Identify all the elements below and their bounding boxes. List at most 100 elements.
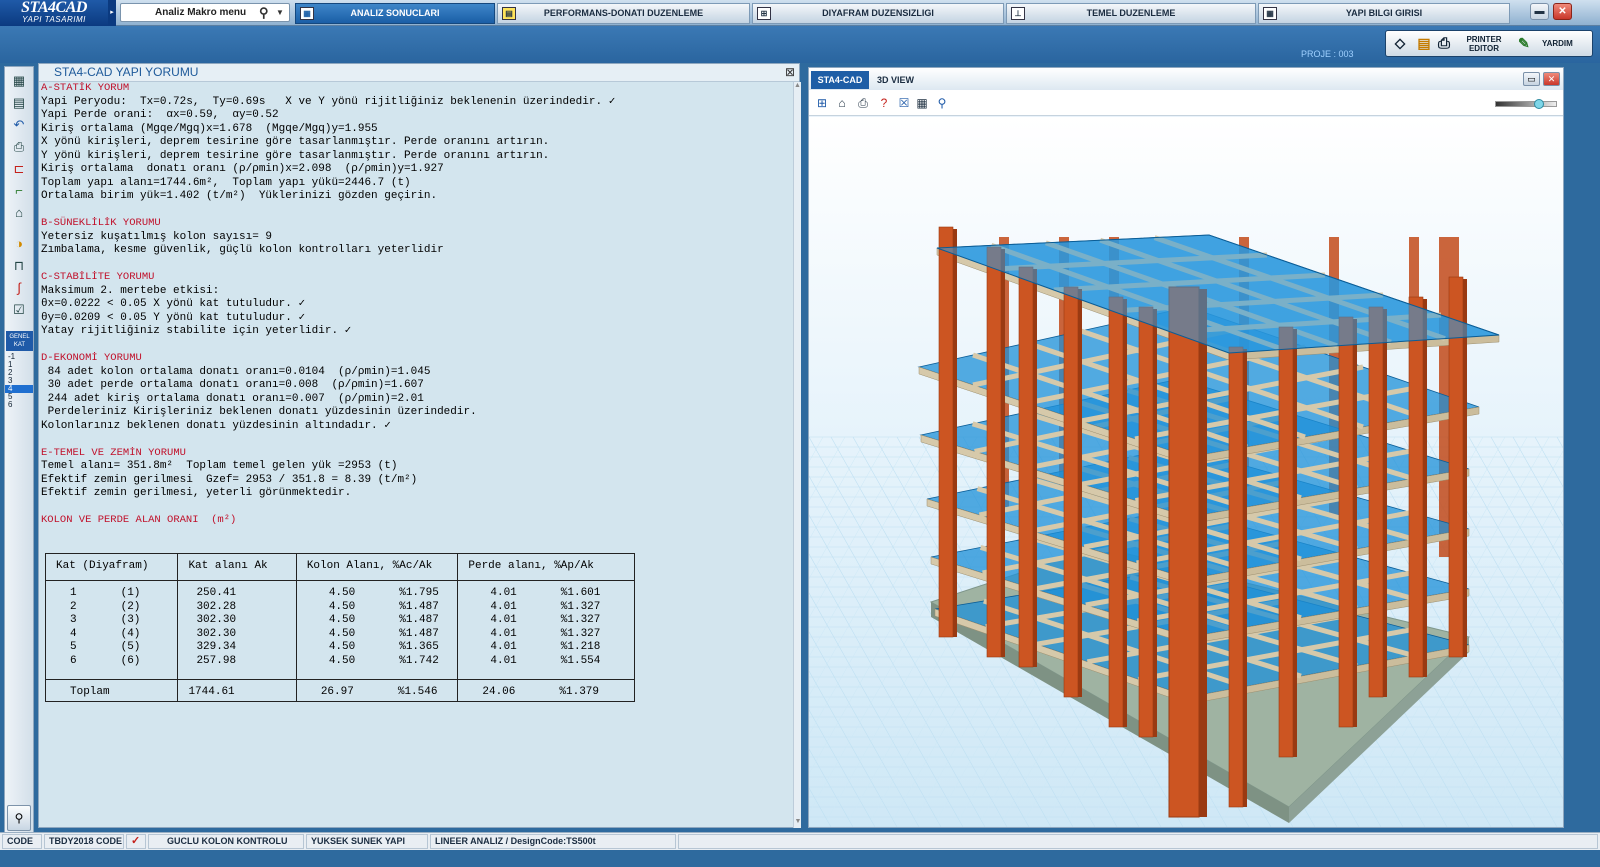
column xyxy=(1338,316,1354,728)
macro-menu-label: Analiz Makro menu xyxy=(155,7,247,18)
status-empty xyxy=(678,834,1598,849)
kolon-perde-table: Kat (Diyafram) Kat alanı Ak Kolon Alanı, %… xyxy=(44,553,635,702)
checkbox-icon[interactable]: ☑ xyxy=(8,300,30,320)
column-side xyxy=(1423,299,1427,677)
tab-analiz-sonuclari[interactable]: ▦ ANALIZ SONUCLARI xyxy=(295,3,495,24)
left-toolbar: ▦ ▤ ↶ ⎙ ⊏ ⌐ ⌂ ◑ ⊓ ∫ ☑ GENEL KAT -1 1 2 3… xyxy=(4,66,34,850)
zoom-icon[interactable]: ⚲ xyxy=(933,94,951,112)
help-query-icon[interactable]: ? xyxy=(875,94,893,112)
print-icon[interactable]: ⎙ xyxy=(8,137,30,157)
top-menu-bar: STA4CAD YAPI TASARIMI ▸ Analiz Makro men… xyxy=(0,0,1600,26)
logo-arrow-icon[interactable]: ▸ xyxy=(108,0,116,26)
table-cell: %1.487 xyxy=(399,614,439,626)
column-side xyxy=(1033,269,1037,667)
column-side xyxy=(1078,289,1082,697)
report-title: STA4-CAD YAPI YORUMU xyxy=(39,64,799,82)
table-cell: 4.50 xyxy=(328,614,356,626)
column-design-icon[interactable]: ⊏ xyxy=(8,159,30,179)
report-icon[interactable]: ▤ xyxy=(8,93,30,113)
all-button[interactable]: ⚲ xyxy=(7,805,31,831)
building-3d-model[interactable] xyxy=(809,117,1563,827)
table-header-cell: Kolon Alanı, %Ac/Ak xyxy=(295,553,459,581)
grid-icon[interactable]: ▦ xyxy=(913,94,931,112)
chevron-down-icon[interactable]: ▼ xyxy=(276,5,284,21)
table-row: 329.34 xyxy=(178,641,295,655)
table-cell: 4 xyxy=(70,627,77,640)
zoom-slider[interactable] xyxy=(1495,99,1557,109)
close-button[interactable]: ✕ xyxy=(1553,3,1572,20)
yardim-button[interactable]: ✎ YARDIM xyxy=(1518,33,1592,54)
table-header-cell: Kat alanı Ak xyxy=(177,553,297,581)
report-heading: B-SÜNEKLİLİK YORUMU xyxy=(41,217,161,229)
tab-performans-donati[interactable]: ▤ PERFORMANS-DONATI DUZENLEME xyxy=(497,3,750,24)
status-yuksek-sunek: YUKSEK SUNEK YAPI xyxy=(306,834,428,849)
kat-item[interactable]: 6 xyxy=(5,401,33,409)
report-line: θy=0.0209 < 0.05 Y yönü kat tutuludur. ✓ xyxy=(41,311,306,324)
table-icon: ▤ xyxy=(502,7,516,20)
printer-editor-label: PRINTER EDITOR xyxy=(1466,35,1502,53)
table-cell: 5 xyxy=(70,641,77,653)
print-icon[interactable]: ⎙ xyxy=(854,94,872,112)
tab-yapi-bilgi-girisi[interactable]: ▦ YAPI BILGI GIRISI xyxy=(1258,3,1510,24)
zoom-slider-knob[interactable] xyxy=(1534,99,1544,109)
tab-sta4cad[interactable]: STA4-CAD xyxy=(811,71,869,89)
table-header-cell: Perde alanı, %Ap/Ak xyxy=(457,553,635,581)
printer-editor-button[interactable]: ⎙ PRINTER EDITOR xyxy=(1438,33,1518,54)
bottom-band xyxy=(0,850,1600,867)
table-row: 4 (4) xyxy=(46,628,177,642)
curve-icon[interactable]: ∫ xyxy=(8,278,30,298)
printer-editor-icon: ⎙ xyxy=(1438,35,1451,52)
report-line: Yetersiz kuşatılmış kolon sayısı= 9 xyxy=(41,230,273,243)
table-row: 2 (2) xyxy=(46,601,177,615)
frame-icon[interactable]: ⊓ xyxy=(8,256,30,276)
table-row: 4.50 %1.365 xyxy=(297,641,458,655)
report-scrollbar[interactable]: ▲ ▼ xyxy=(793,82,801,828)
table-cell: (1) xyxy=(120,587,141,599)
axis-icon[interactable]: ⊞ xyxy=(813,94,831,112)
graph-icon[interactable]: ⌐ xyxy=(8,181,30,201)
report-panel: STA4-CAD YAPI YORUMU ⊠ A-STATİK YORUM Yap… xyxy=(38,63,801,828)
tab-diyafram-duzensizligi[interactable]: ⊞ DIYAFRAM DUZENSIZLIGI xyxy=(752,3,1004,24)
table-cell: (2) xyxy=(120,600,141,613)
view-close-button[interactable]: ✕ xyxy=(1543,72,1560,86)
table-cell: %1.487 xyxy=(399,627,439,640)
model-3d-icon[interactable]: ▦ xyxy=(8,71,30,91)
tab-label: ANALIZ SONUCLARI xyxy=(350,8,440,18)
tab-3d-view[interactable]: 3D VIEW xyxy=(877,71,937,89)
table-column: 1 (1) 2 (2) 3 (3) 4 (4) 5 (5) 6 (6) xyxy=(44,580,179,680)
restore-button[interactable]: ▭ xyxy=(1523,72,1540,86)
scroll-down-icon[interactable]: ▼ xyxy=(794,818,802,826)
clipboard-button[interactable]: ▤ xyxy=(1414,33,1434,54)
home-icon[interactable]: ⌂ xyxy=(833,94,851,112)
report-line: Kolonlarınız beklenen donatı yüzdesinin … xyxy=(41,419,391,432)
status-bar: CODE TBDY2018 CODE ✓ GUCLU KOLON KONTROL… xyxy=(0,832,1600,850)
building-icon[interactable]: ⌂ xyxy=(8,203,30,223)
report-line: Efektif zemin gerilmesi, yeterli görünme… xyxy=(41,487,352,499)
logo-sub: YAPI TASARIMI xyxy=(22,15,86,24)
status-lineer-analiz: LINEER ANALIZ / DesignCode:TS500t xyxy=(430,834,676,849)
pointer-tool-button[interactable]: ⬦ xyxy=(1390,33,1410,54)
tools-group: ⬦ ▤ ⎙ PRINTER EDITOR ✎ YARDIM xyxy=(1385,30,1593,57)
table-row: 1 (1) xyxy=(46,587,177,601)
scroll-up-icon[interactable]: ▲ xyxy=(794,82,801,90)
table-total-row: 24.06 %1.379 xyxy=(458,686,634,700)
magnifier-icon: ⚲ xyxy=(14,811,24,825)
grid-icon: ▦ xyxy=(300,7,314,20)
select-icon[interactable]: ☒ xyxy=(895,94,913,112)
pie-chart-icon[interactable]: ◑ xyxy=(8,234,30,254)
column-side xyxy=(953,229,957,637)
undo-icon[interactable]: ↶ xyxy=(8,115,30,135)
tab-temel-duzenleme[interactable]: ⊥ TEMEL DUZENLEME xyxy=(1006,3,1256,24)
minimize-button[interactable]: ▬ xyxy=(1530,3,1549,20)
search-icon[interactable]: ⚲ xyxy=(259,5,269,20)
report-close-icon[interactable]: ⊠ xyxy=(785,65,795,79)
table-cell: 3 xyxy=(70,614,77,626)
table-header-cell: Kat (Diyafram) xyxy=(44,553,179,581)
app-logo: STA4CAD YAPI TASARIMI xyxy=(0,0,108,26)
project-bar xyxy=(0,26,1600,63)
table-row: 302.30 xyxy=(178,628,295,642)
table-total-cell: 1744.61 xyxy=(177,679,297,702)
table-total-row: 26.97 %1.546 xyxy=(297,686,458,700)
macro-menu-select[interactable]: Analiz Makro menu ⚲ ▼ xyxy=(120,3,290,22)
tab-label: YAPI BILGI GIRISI xyxy=(1345,8,1423,18)
